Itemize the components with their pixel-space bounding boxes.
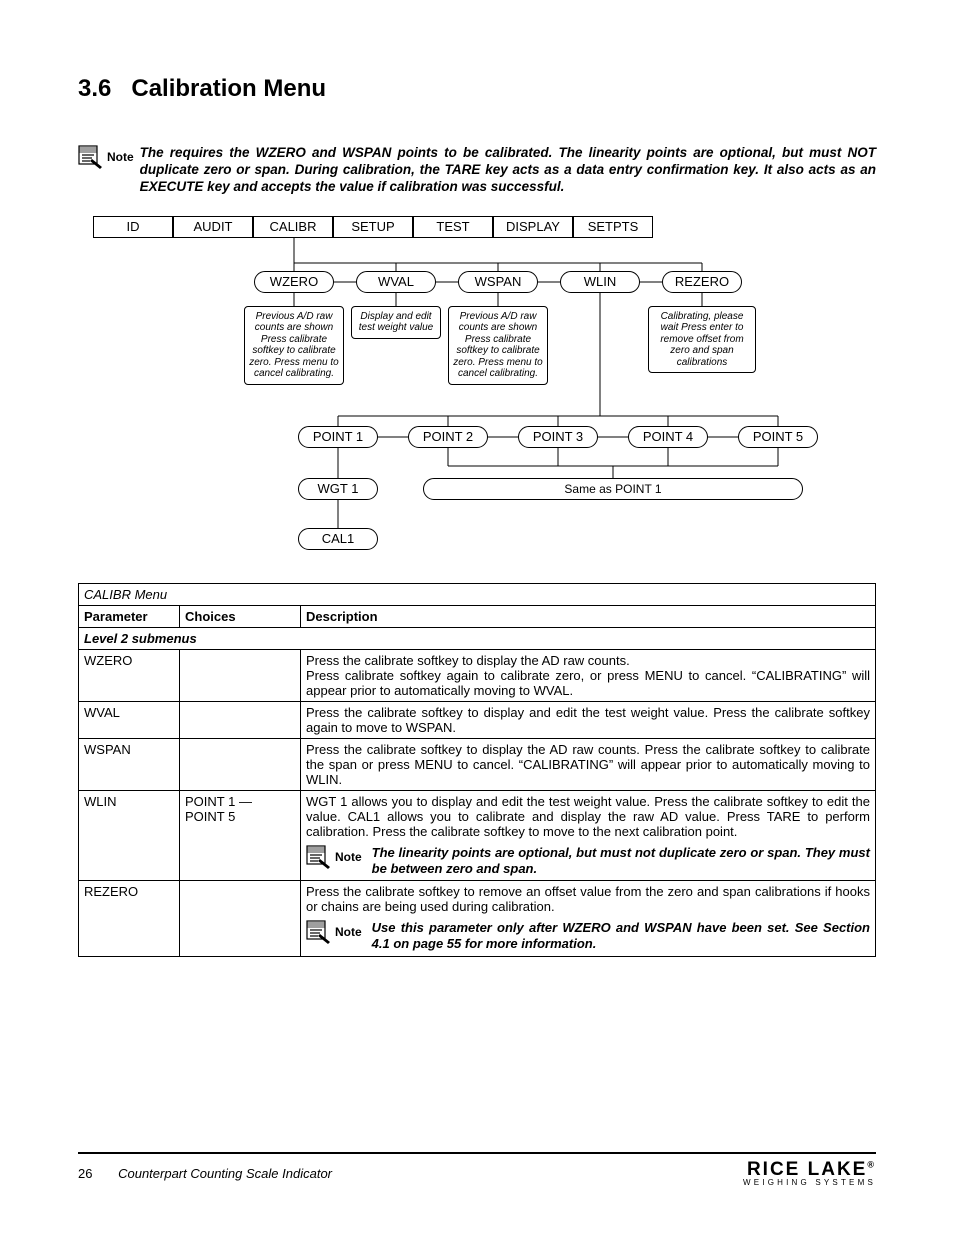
- point-5: POINT 5: [738, 426, 818, 448]
- same-as-point1: Same as POINT 1: [423, 478, 803, 500]
- choices-cell: [180, 881, 301, 957]
- submenu-rezero: REZERO: [662, 271, 742, 293]
- menu-tab-calibr: CALIBR: [253, 216, 333, 238]
- desc-cell: Press the calibrate softkey to display a…: [301, 701, 876, 738]
- caption-wzero: Previous A/D raw counts are shown Press …: [244, 306, 344, 385]
- note-icon: [306, 845, 332, 869]
- top-note-text: The requires the WZERO and WSPAN points …: [140, 145, 876, 196]
- table-title: CALIBR Menu: [79, 583, 876, 605]
- note-label: Note: [335, 925, 362, 939]
- calibr-parameter-table: CALIBR Menu Parameter Choices Descriptio…: [78, 583, 876, 957]
- param-cell: WLIN: [79, 790, 180, 881]
- point-4: POINT 4: [628, 426, 708, 448]
- param-cell: WZERO: [79, 649, 180, 701]
- point-1: POINT 1: [298, 426, 378, 448]
- note-icon: [306, 920, 332, 944]
- section-title-text: Calibration Menu: [131, 75, 326, 102]
- section-heading: 3.6 Calibration Menu: [78, 75, 876, 103]
- footer-left: 26 Counterpart Counting Scale Indicator: [78, 1166, 332, 1181]
- level2-subheader: Level 2 submenus: [79, 627, 876, 649]
- submenu-wzero: WZERO: [254, 271, 334, 293]
- section-number: 3.6: [78, 75, 111, 102]
- choices-cell: [180, 701, 301, 738]
- footer-doc-title: Counterpart Counting Scale Indicator: [118, 1166, 332, 1181]
- table-row: WVAL Press the calibrate softkey to disp…: [79, 701, 876, 738]
- diagram-connectors: [78, 216, 876, 561]
- brand-logo: RICE LAKE® WEIGHING SYSTEMS: [743, 1160, 876, 1187]
- desc-cell: Press the calibrate softkey to remove an…: [301, 881, 876, 957]
- desc-cell: Press the calibrate softkey to display t…: [301, 738, 876, 790]
- brand-name: RICE LAKE: [747, 1159, 867, 1180]
- choices-cell: [180, 649, 301, 701]
- table-row: WLIN POINT 1 — POINT 5 WGT 1 allows you …: [79, 790, 876, 881]
- choices-cell: [180, 738, 301, 790]
- param-cell: WSPAN: [79, 738, 180, 790]
- page-footer: 26 Counterpart Counting Scale Indicator …: [78, 1152, 876, 1187]
- page-number: 26: [78, 1166, 92, 1181]
- desc-cell: Press the calibrate softkey to display t…: [301, 649, 876, 701]
- col-parameter: Parameter: [79, 605, 180, 627]
- param-cell: REZERO: [79, 881, 180, 957]
- inline-note-text: Use this parameter only after WZERO and …: [372, 920, 870, 953]
- menu-tab-audit: AUDIT: [173, 216, 253, 238]
- top-note: Note The requires the WZERO and WSPAN po…: [78, 145, 876, 196]
- caption-wspan: Previous A/D raw counts are shown Press …: [448, 306, 548, 385]
- brand-tagline: WEIGHING SYSTEMS: [743, 1179, 876, 1187]
- menu-tab-display: DISPLAY: [493, 216, 573, 238]
- note-icon: [78, 145, 104, 169]
- submenu-wval: WVAL: [356, 271, 436, 293]
- table-row: REZERO Press the calibrate softkey to re…: [79, 881, 876, 957]
- col-description: Description: [301, 605, 876, 627]
- menu-tab-id: ID: [93, 216, 173, 238]
- inline-note: Note The linearity points are optional, …: [306, 845, 870, 878]
- choices-cell: POINT 1 — POINT 5: [180, 790, 301, 881]
- col-choices: Choices: [180, 605, 301, 627]
- wgt-1: WGT 1: [298, 478, 378, 500]
- point-3: POINT 3: [518, 426, 598, 448]
- caption-rezero: Calibrating, please wait Press enter to …: [648, 306, 756, 374]
- note-icon-wrap: Note: [78, 145, 134, 169]
- calibration-diagram: ID AUDIT CALIBR SETUP TEST DISPLAY SETPT…: [78, 216, 876, 561]
- param-cell: WVAL: [79, 701, 180, 738]
- submenu-wlin: WLIN: [560, 271, 640, 293]
- submenu-wspan: WSPAN: [458, 271, 538, 293]
- note-label: Note: [335, 850, 362, 864]
- inline-note: Note Use this parameter only after WZERO…: [306, 920, 870, 953]
- desc-cell: WGT 1 allows you to display and edit the…: [301, 790, 876, 881]
- caption-wval: Display and edit test weight value: [351, 306, 441, 339]
- inline-note-text: The linearity points are optional, but m…: [372, 845, 870, 878]
- table-row: WSPAN Press the calibrate softkey to dis…: [79, 738, 876, 790]
- menu-tab-test: TEST: [413, 216, 493, 238]
- menu-tab-setup: SETUP: [333, 216, 413, 238]
- cal-1: CAL1: [298, 528, 378, 550]
- menu-tab-setpts: SETPTS: [573, 216, 653, 238]
- table-row: WZERO Press the calibrate softkey to dis…: [79, 649, 876, 701]
- note-label: Note: [107, 150, 134, 164]
- point-2: POINT 2: [408, 426, 488, 448]
